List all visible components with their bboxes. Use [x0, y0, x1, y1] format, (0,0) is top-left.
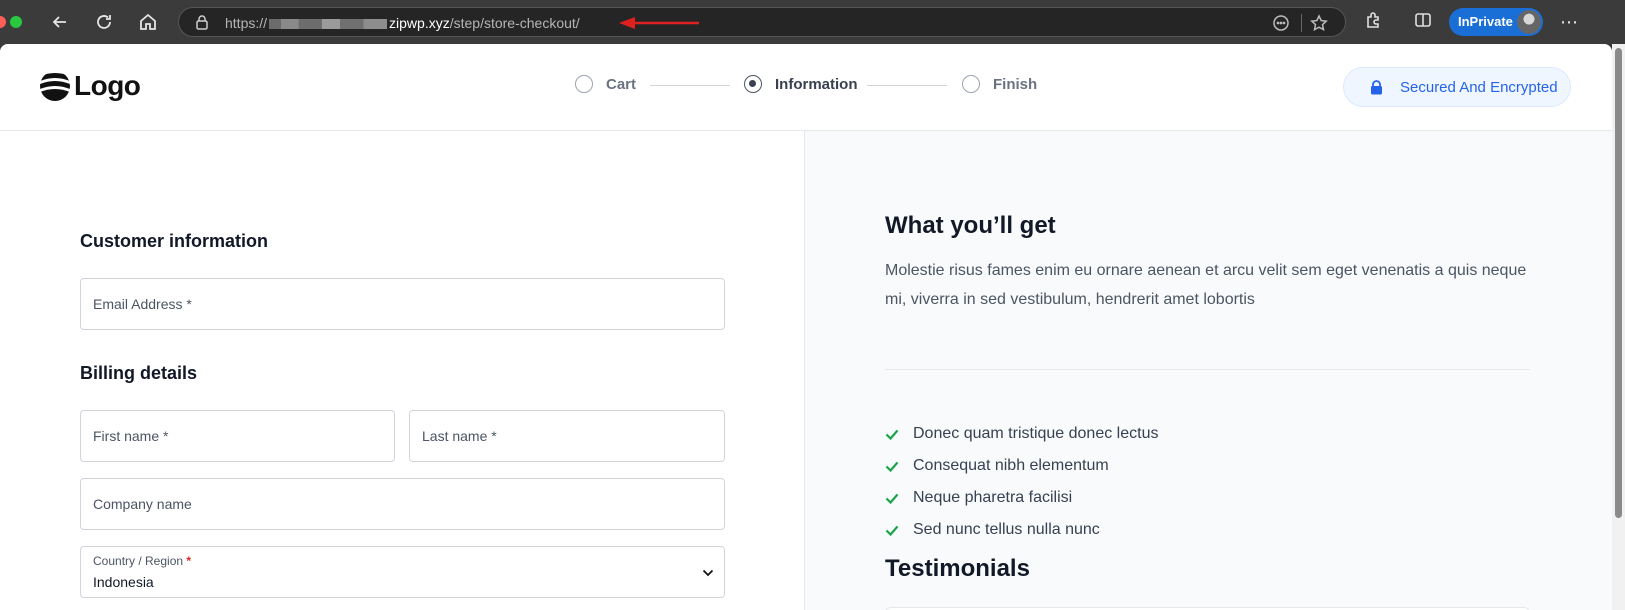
- secured-badge: Secured And Encrypted: [1343, 67, 1571, 107]
- page-scrollbar[interactable]: [1612, 44, 1625, 610]
- home-icon: [140, 13, 156, 30]
- billing-details-title: Billing details: [80, 363, 198, 383]
- checkout-header: Logo Cart Information Finish Secured And…: [0, 44, 1612, 131]
- refresh-button[interactable]: [91, 9, 117, 35]
- browser-toolbar: https:// zipwp.xyz/step/store-checkout/ I…: [0, 0, 1625, 44]
- benefit-item: Donec quam tristique donec lectus: [885, 425, 1158, 443]
- step-active-circle-icon: [744, 75, 762, 93]
- checkout-form: Customer information Email Address * Bil…: [0, 131, 805, 610]
- settings-more-button[interactable]: ⋯: [1560, 12, 1579, 33]
- checkout-page: Logo Cart Information Finish Secured And…: [0, 44, 1612, 610]
- benefit-text: Neque pharetra facilisi: [913, 489, 1073, 506]
- reader-mode-button[interactable]: [1272, 14, 1290, 37]
- home-button[interactable]: [135, 9, 161, 35]
- country-select[interactable]: Country / Region * Indonesia: [80, 546, 725, 598]
- step-cart[interactable]: Cart: [575, 75, 636, 93]
- url-prefix: https://: [225, 15, 268, 31]
- company-placeholder: Company name: [93, 496, 192, 512]
- extensions-button[interactable]: [1364, 10, 1384, 35]
- maximize-window-button[interactable]: [10, 16, 22, 28]
- logo-mark-icon: [40, 73, 70, 101]
- logo-text: Logo: [74, 70, 141, 101]
- refresh-icon: [97, 15, 111, 29]
- address-bar[interactable]: https:// zipwp.xyz/step/store-checkout/: [178, 7, 1346, 37]
- step-finish[interactable]: Finish: [962, 75, 1037, 93]
- step-circle-icon: [962, 75, 980, 93]
- step-information[interactable]: Information: [744, 75, 858, 93]
- secured-label: Secured And Encrypted: [1400, 78, 1558, 96]
- red-arrow-annotation-icon: [619, 17, 699, 29]
- step-label: Information: [775, 75, 858, 93]
- close-window-button[interactable]: [0, 16, 6, 28]
- benefit-item: Consequat nibh elementum: [885, 457, 1109, 475]
- company-name-field[interactable]: Company name: [80, 478, 725, 530]
- url-path: /step/store-checkout/: [449, 15, 580, 31]
- chevron-down-icon: [702, 569, 714, 577]
- url-domain: zipwp.xyz: [389, 15, 450, 31]
- email-field[interactable]: Email Address *: [80, 278, 725, 330]
- check-icon: [885, 525, 899, 536]
- step-label: Cart: [606, 75, 637, 93]
- step-connector: [650, 85, 730, 86]
- country-value: Indonesia: [93, 574, 154, 590]
- benefit-item: Neque pharetra facilisi: [885, 489, 1072, 507]
- order-sidebar: What you’ll get Molestie risus fames eni…: [805, 131, 1612, 610]
- last-name-placeholder: Last name *: [422, 428, 497, 444]
- benefit-text: Donec quam tristique donec lectus: [913, 425, 1159, 442]
- testimonials-title: Testimonials: [885, 555, 1030, 582]
- sidebar-description: Molestie risus fames enim eu ornare aene…: [885, 262, 1527, 308]
- split-screen-icon: [1415, 13, 1431, 27]
- benefit-text: Consequat nibh elementum: [913, 457, 1109, 474]
- back-button[interactable]: [47, 9, 73, 35]
- step-label: Finish: [993, 75, 1038, 93]
- first-name-placeholder: First name *: [93, 428, 169, 444]
- profile-avatar: [1517, 10, 1541, 34]
- what-you-get-title: What you’ll get: [885, 212, 1056, 239]
- lock-icon: [196, 15, 208, 30]
- check-icon: [885, 429, 899, 440]
- step-circle-icon: [575, 75, 593, 93]
- favorite-button[interactable]: [1310, 14, 1328, 37]
- inprivate-label: InPrivate: [1458, 14, 1513, 29]
- country-label-text: Country / Region: [93, 554, 184, 568]
- check-icon: [885, 461, 899, 472]
- customer-info-title: Customer information: [80, 231, 269, 251]
- inprivate-badge[interactable]: InPrivate: [1449, 8, 1543, 36]
- split-screen-button[interactable]: [1413, 10, 1433, 35]
- first-name-field[interactable]: First name *: [80, 410, 395, 462]
- benefit-text: Sed nunc tellus nulla nunc: [913, 521, 1100, 538]
- scrollbar-thumb[interactable]: [1615, 48, 1622, 518]
- benefit-item: Sed nunc tellus nulla nunc: [885, 521, 1100, 539]
- email-placeholder: Email Address *: [93, 296, 192, 312]
- lock-icon: [1371, 79, 1382, 94]
- step-connector: [867, 85, 947, 86]
- more-circle-icon: [1273, 15, 1289, 31]
- last-name-field[interactable]: Last name *: [409, 410, 725, 462]
- check-icon: [885, 493, 899, 504]
- puzzle-icon: [1367, 12, 1379, 28]
- redacted-url-segment: [269, 19, 388, 30]
- site-logo[interactable]: Logo: [40, 70, 141, 102]
- address-bar-divider: [1301, 14, 1302, 32]
- url-text: https:// zipwp.xyz/step/store-checkout/: [225, 15, 580, 31]
- back-arrow-icon: [52, 16, 66, 28]
- star-icon: [1310, 14, 1328, 32]
- required-mark: *: [186, 554, 192, 568]
- sidebar-divider: [885, 369, 1530, 370]
- country-label: Country / Region *: [93, 554, 191, 568]
